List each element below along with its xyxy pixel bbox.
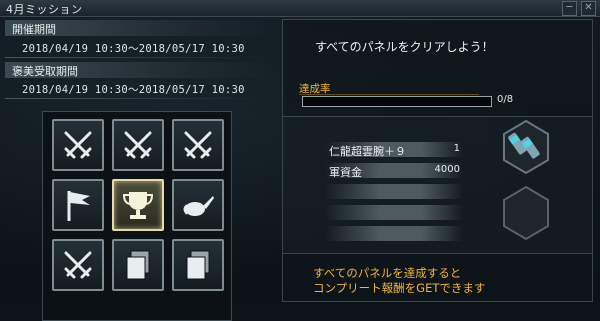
divider: [5, 98, 265, 99]
mission-panel[interactable]: [112, 239, 164, 291]
empty-reward-slot: [503, 185, 549, 241]
reward-qty: 1: [453, 143, 460, 154]
crossed-swords-icon: [184, 131, 212, 159]
mission-panel[interactable]: [172, 179, 224, 231]
crossed-swords-icon: [124, 131, 152, 159]
complete-reward-slot[interactable]: [501, 119, 551, 175]
title-bar[interactable]: 4月ミッション ─ ✕: [0, 0, 600, 17]
right-panel: すべてのパネルをクリアしよう！ 達成率 0/8 仁龍超雲腕＋９ 1 軍資金 40…: [282, 19, 593, 302]
reward-period-label: 褒美受取期間: [12, 65, 78, 78]
mission-panel[interactable]: [52, 179, 104, 231]
mission-panel-selected[interactable]: [112, 179, 164, 231]
minimize-button[interactable]: ─: [562, 1, 577, 16]
mission-panel[interactable]: [172, 119, 224, 171]
note-line-1: すべてのパネルを達成すると: [313, 266, 462, 280]
crossed-swords-icon: [64, 131, 92, 159]
cards-icon: [186, 250, 210, 280]
progress-bar: [302, 96, 492, 107]
divider: [299, 94, 479, 95]
mission-panel-grid: [42, 111, 232, 321]
watering-can-icon: [183, 196, 214, 216]
close-button[interactable]: ✕: [581, 1, 596, 16]
reward-qty: 4000: [434, 164, 460, 175]
reward-name: 仁龍超雲腕＋９: [329, 145, 406, 158]
mission-panel[interactable]: [52, 239, 104, 291]
cards-icon: [126, 250, 150, 280]
divider: [5, 57, 265, 58]
mission-panel[interactable]: [112, 119, 164, 171]
reward-period-header: 褒美受取期間: [5, 62, 277, 78]
reward-name: 軍資金: [329, 166, 362, 179]
reward-period-value: 2018/04/19 10:30〜2018/05/17 10:30: [22, 84, 245, 96]
event-period-label: 開催期間: [12, 23, 56, 36]
flag-icon: [67, 191, 90, 221]
reward-row: 軍資金 4000: [325, 163, 463, 179]
reward-row: 仁龍超雲腕＋９ 1: [325, 142, 463, 158]
trophy-icon: [122, 192, 154, 219]
mission-panel[interactable]: [172, 239, 224, 291]
note-line-2: コンプリート報酬をGETできます: [313, 281, 486, 295]
mission-panel[interactable]: [52, 119, 104, 171]
goal-text: すべてのパネルをクリアしよう！: [315, 40, 494, 54]
event-period-value: 2018/04/19 10:30〜2018/05/17 10:30: [22, 43, 245, 55]
crossed-swords-icon: [64, 251, 92, 279]
window-title: 4月ミッション: [6, 3, 83, 16]
event-period-header: 開催期間: [5, 20, 277, 36]
reward-row: [325, 226, 463, 241]
left-panel: 開催期間 2018/04/19 10:30〜2018/05/17 10:30 褒…: [5, 19, 277, 321]
reward-row: [325, 184, 463, 199]
complete-reward-note: すべてのパネルを達成すると コンプリート報酬をGETできます: [283, 256, 592, 301]
reward-row: [325, 205, 463, 220]
progress-text: 0/8: [497, 94, 514, 105]
reward-list: 仁龍超雲腕＋９ 1 軍資金 4000: [283, 116, 592, 254]
